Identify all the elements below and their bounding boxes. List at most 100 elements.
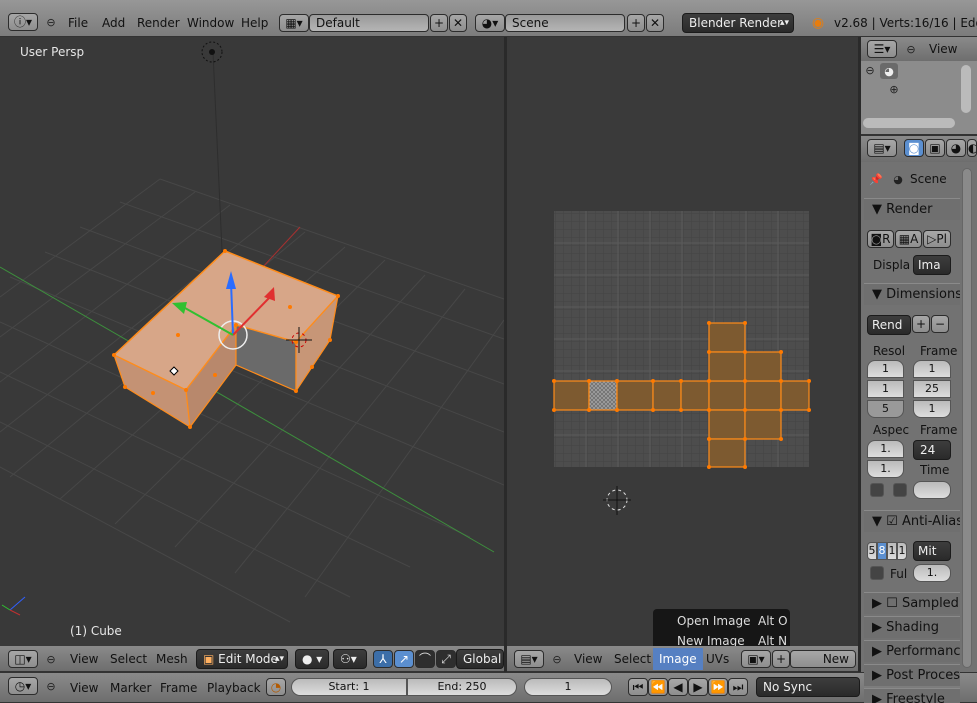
delete-scene-button[interactable]: ✕ — [646, 14, 664, 32]
render-panel-header[interactable]: ▼ Render — [864, 198, 960, 220]
menu-view-3d[interactable]: View — [70, 647, 98, 671]
screen-layout-button[interactable]: ▦▾ — [279, 14, 309, 32]
menu-select-3d[interactable]: Select — [110, 647, 147, 671]
scene-field[interactable]: Scene — [505, 14, 625, 32]
tab-render[interactable]: ◙ — [904, 139, 924, 157]
properties-scrollbar[interactable] — [962, 168, 972, 668]
editor-type-uv-button[interactable]: ▤▾ — [514, 650, 544, 668]
aa-samples-16[interactable]: 1 — [897, 542, 907, 560]
scene-browse-button[interactable]: ◕▾ — [475, 14, 505, 32]
resolution-y-field[interactable]: 1 — [867, 380, 904, 398]
preview-range-button[interactable]: ◔ — [266, 678, 286, 696]
performance-panel[interactable]: ▶ Performance — [864, 640, 960, 662]
pin-icon[interactable]: 📌 — [868, 171, 884, 187]
collapse-menu-icon[interactable]: ⊖ — [44, 652, 58, 666]
collapse-menu-icon[interactable]: ⊖ — [550, 652, 564, 666]
aa-samples-8[interactable]: 8 — [877, 542, 887, 560]
tab-world[interactable]: ◐ — [967, 139, 977, 157]
pivot-point-dropdown[interactable]: ⚇▾ — [333, 649, 367, 669]
jump-keyframe-back-button[interactable]: ⏪ — [648, 678, 668, 696]
render-still-button[interactable]: ◙R — [867, 230, 894, 248]
aa-filter-dropdown[interactable]: Mit — [913, 541, 951, 561]
menu-view-timeline[interactable]: View — [70, 676, 98, 700]
crop-checkbox[interactable] — [893, 483, 907, 497]
viewport-shading-dropdown[interactable]: ● ▾ — [295, 649, 329, 669]
menu-mesh[interactable]: Mesh — [156, 647, 188, 671]
image-browse-button[interactable]: ▣▾ — [741, 650, 771, 668]
border-checkbox[interactable] — [870, 483, 884, 497]
frame-end-field[interactable]: 25 — [913, 380, 951, 398]
add-layout-button[interactable]: + — [430, 14, 448, 32]
sampled-motion-blur-panel[interactable]: ▶ ☐ Sampled — [864, 592, 960, 614]
menu-help[interactable]: Help — [241, 11, 268, 35]
aa-samples-11[interactable]: 1 — [887, 542, 897, 560]
aspect-y-field[interactable]: 1. — [867, 460, 904, 478]
add-preset-button[interactable]: + — [912, 315, 930, 333]
current-frame-field[interactable]: 1 — [524, 678, 612, 696]
screen-layout-field[interactable]: Default — [309, 14, 429, 32]
new-image-button[interactable]: New — [790, 650, 856, 668]
editor-type-3d-button[interactable]: ◫▾ — [8, 650, 38, 668]
translate-manipulator-button[interactable]: ↗ — [394, 650, 414, 668]
orientation-dropdown[interactable]: Global — [456, 649, 504, 669]
render-engine-dropdown[interactable]: Blender Render ▴▾ — [682, 13, 794, 33]
filter-size-field[interactable]: 1. — [913, 564, 951, 582]
tab-scene[interactable]: ◕ — [946, 139, 966, 157]
aa-samples-5[interactable]: 5 — [867, 542, 877, 560]
outliner-scrollbar[interactable] — [961, 65, 971, 113]
menu-render[interactable]: Render — [137, 11, 180, 35]
rotate-manipulator-button[interactable]: ⌒ — [415, 650, 435, 668]
delete-layout-button[interactable]: ✕ — [449, 14, 467, 32]
post-processing-panel[interactable]: ▶ Post Processi — [864, 664, 960, 686]
expand-icon[interactable]: ⊖ — [864, 64, 876, 77]
resolution-percent-field[interactable]: 5 — [867, 400, 904, 418]
outliner-hscrollbar[interactable] — [863, 118, 955, 128]
3d-viewport[interactable]: User Persp (1) Cube — [0, 37, 504, 646]
uv-image-editor[interactable] — [507, 37, 858, 646]
menu-view-outliner[interactable]: View — [929, 37, 957, 61]
editor-type-info-button[interactable]: ⓘ▾ — [8, 13, 38, 31]
open-image-item[interactable]: Open Image Alt O — [653, 612, 790, 630]
antialias-panel-header[interactable]: ▼ ☑ Anti-Aliasi — [864, 510, 960, 532]
editor-type-outliner-button[interactable]: ☰▾ — [867, 40, 897, 58]
editor-type-properties-button[interactable]: ▤▾ — [867, 139, 897, 157]
outliner-tree[interactable]: ⊖ ◕ ⊕ — [861, 61, 977, 134]
new-image-plus-button[interactable]: + — [772, 650, 790, 668]
freestyle-panel[interactable]: ▶ Freestyle — [864, 688, 960, 703]
editor-type-timeline-button[interactable]: ◷▾ — [8, 677, 38, 695]
end-frame-field[interactable]: End: 250 — [407, 678, 517, 696]
shading-panel[interactable]: ▶ Shading — [864, 616, 960, 638]
add-scene-button[interactable]: + — [627, 14, 645, 32]
collapse-menu-icon[interactable]: ⊖ — [44, 15, 58, 29]
menu-add[interactable]: Add — [102, 11, 125, 35]
menu-window[interactable]: Window — [187, 11, 234, 35]
sampled-checkbox[interactable]: ☐ — [886, 596, 902, 611]
play-reverse-button[interactable]: ◀ — [668, 678, 688, 696]
render-preset-dropdown[interactable]: Rend — [867, 315, 911, 335]
menu-file[interactable]: File — [68, 11, 88, 35]
mode-dropdown[interactable]: ▣ Edit Mode ▴▾ — [196, 649, 288, 669]
full-sample-checkbox[interactable] — [870, 566, 884, 580]
collapse-menu-icon[interactable]: ⊖ — [44, 679, 58, 693]
tab-render-layers[interactable]: ▣ — [925, 139, 945, 157]
jump-start-button[interactable]: ⏮ — [628, 678, 648, 696]
menu-image[interactable]: Image — [653, 648, 703, 670]
scale-manipulator-button[interactable]: ⤢ — [436, 650, 456, 668]
play-button[interactable]: ▶ — [688, 678, 708, 696]
dimensions-panel-header[interactable]: ▼ Dimensions — [864, 283, 960, 305]
menu-playback[interactable]: Playback — [207, 676, 261, 700]
manipulator-toggle-button[interactable]: ⅄ — [373, 650, 393, 668]
frame-rate-dropdown[interactable]: 24 — [913, 440, 951, 460]
menu-marker[interactable]: Marker — [110, 676, 151, 700]
resolution-x-field[interactable]: 1 — [867, 360, 904, 378]
menu-view-uv[interactable]: View — [574, 647, 602, 671]
jump-keyframe-forward-button[interactable]: ⏩ — [708, 678, 728, 696]
frame-start-field[interactable]: 1 — [913, 360, 951, 378]
jump-end-button[interactable]: ⏭ — [728, 678, 748, 696]
menu-select-uv[interactable]: Select — [614, 647, 651, 671]
aspect-x-field[interactable]: 1. — [867, 440, 904, 458]
render-animation-button[interactable]: ▦A — [895, 230, 922, 248]
sync-mode-dropdown[interactable]: No Sync — [756, 677, 860, 697]
expand-child-icon[interactable]: ⊕ — [888, 83, 900, 96]
time-remap-field[interactable] — [913, 481, 951, 499]
